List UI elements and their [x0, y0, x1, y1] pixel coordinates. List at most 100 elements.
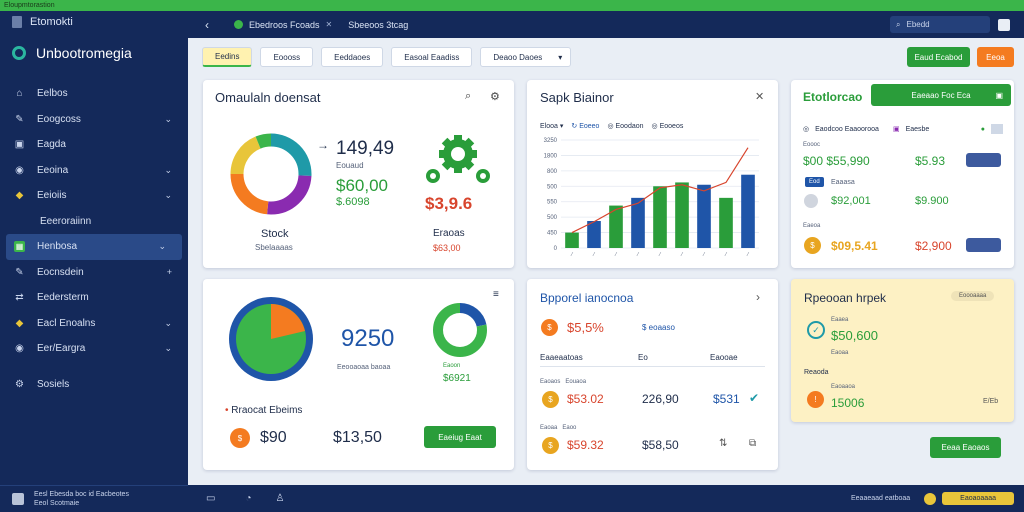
portfolio-green-button[interactable]: Eaeaao Foc Eca ▣ [871, 84, 1011, 106]
bullet-label: • Rraocat Ebeims [225, 405, 303, 416]
chevron-down-icon: ⌄ [164, 317, 172, 328]
filter-3[interactable]: ◎ Eoodaon [607, 122, 643, 130]
filter-2[interactable]: ↻ Eoeeo [571, 122, 599, 130]
sidebar-item-active[interactable]: ▦ Henbosa ⌄ [6, 234, 182, 260]
chart-filters: Elooa ▾ ↻ Eoeeo ◎ Eoodaon ◎ Eooeos [540, 122, 683, 130]
search-icon[interactable]: ⌕ [465, 90, 471, 103]
tab-1[interactable]: Ebedroos Fcoads ✕ [234, 20, 332, 30]
row3-button[interactable] [966, 238, 1001, 252]
row1-v2: 226,90 [642, 392, 679, 406]
row2-value: $92,001 [831, 195, 871, 207]
chevron-right-icon[interactable]: › [756, 290, 760, 304]
radio-icon[interactable]: ◎ [803, 125, 809, 133]
menu-icon[interactable]: ≡ [493, 289, 499, 300]
tag-icon: ▣ [892, 126, 900, 133]
tab-2[interactable]: Sbeeoos 3tcag [348, 20, 408, 30]
label-2: Eaoaa [831, 350, 849, 356]
gear-icon: ⚙ [15, 378, 24, 390]
filter-select[interactable]: Deaoo Daoes ▾ [480, 47, 572, 67]
bar[interactable] [631, 197, 645, 248]
sidebar-item-2[interactable]: ✎ Eoogcoss ⌄ [0, 107, 188, 133]
card-title: Bpporel ianocnoa [540, 291, 634, 305]
bar[interactable] [719, 197, 733, 248]
sidebar-item-4[interactable]: ◉ Eeoina ⌄ [0, 158, 188, 184]
chip-3[interactable]: Eeddaoes [321, 47, 384, 67]
row1-value: $00 $55,990 [803, 154, 870, 168]
card-report: Bpporel ianocnoa › $ $5,5% $ eoaaso Eaae… [527, 279, 778, 470]
sidebar-item-9[interactable]: ⇄ Eedersterm [0, 285, 188, 311]
bar[interactable] [697, 184, 711, 248]
sidebar-item-10[interactable]: ◆ Eacl Enoalns ⌄ [0, 311, 188, 337]
avatar[interactable] [12, 493, 24, 505]
chip-2[interactable]: Eoooss [260, 47, 314, 67]
sidebar-item-5[interactable]: ◆ Eeioiis ⌄ [0, 183, 188, 209]
brand[interactable]: Etomokti [0, 11, 188, 33]
bar[interactable] [741, 174, 755, 248]
settings-icon[interactable]: ⚙ [490, 90, 500, 103]
copy-icon[interactable]: ⧉ [749, 438, 756, 449]
highlight-action-button[interactable]: Eeaa Eaoaos [930, 437, 1001, 458]
sidebar-item-1[interactable]: ⌂ Eelbos [0, 81, 188, 107]
status-badge: Eoooaaaa [951, 291, 995, 301]
bar[interactable] [587, 221, 601, 248]
summary-button[interactable]: Eaeiug Eaat [424, 426, 496, 448]
statusbar: ▭ ◔ ♙ Eeaaeaad eatboaa Eaoaoaaaa [188, 485, 1024, 512]
x-tick-mark: ⁄ [680, 252, 684, 258]
close-icon[interactable]: ✕ [326, 20, 333, 29]
row2-v2: $58,50 [642, 438, 679, 452]
chart-title: Sapk Biainor [540, 90, 614, 105]
primary-action-button[interactable]: Eaud Ecabod [907, 47, 970, 67]
big-value: 149,49 [336, 138, 395, 159]
chat-icon[interactable]: ▭ [206, 493, 215, 504]
row1-v1: $53.02 [567, 392, 604, 406]
window-title: Eloupmtorastion [4, 2, 55, 9]
chip-1[interactable]: Eedins [202, 47, 253, 67]
y-tick-label: 500 [547, 184, 558, 190]
gear-title: Eraoas [433, 228, 465, 239]
sidebar-item-3[interactable]: ▣ Eagda [0, 132, 188, 158]
price-1: $90 [260, 429, 287, 446]
tag-icon: ◆ [15, 190, 24, 202]
sidebar-item-11[interactable]: ◉ Eer/Eargra ⌄ [0, 336, 188, 362]
account-icon[interactable]: ♙ [276, 493, 285, 504]
title-strip: Eloupmtorastion [0, 0, 1024, 11]
row1-button[interactable] [966, 153, 1001, 167]
sidebar-item-label: Eoogcoss [37, 113, 81, 125]
check-circle-icon[interactable]: ● [981, 126, 985, 133]
check-icon[interactable]: ✔ [749, 391, 759, 405]
user-icon[interactable]: ◔ [245, 493, 251, 504]
gear-icon [426, 135, 490, 183]
sidebar-item-6[interactable]: Eeeroraiinn [0, 209, 188, 235]
chip-4[interactable]: Easoal Eaadiss [391, 47, 473, 67]
value-red: $3,9.6 [425, 194, 473, 213]
report-value: $5,5% [567, 320, 604, 335]
row1-labels: Eaoaos Eouaoa [540, 379, 587, 385]
search-input[interactable]: ⌕ Ebedd [890, 16, 990, 33]
filter-1[interactable]: Elooa ▾ [540, 122, 563, 130]
y-tick-label: 550 [547, 200, 558, 206]
filter-4[interactable]: ◎ Eooeos [652, 122, 684, 130]
bar[interactable] [653, 186, 667, 248]
info-icon [924, 492, 937, 505]
app-title[interactable]: Unbootromegia [0, 33, 188, 73]
card-overview: Omaulaln doensat ⌕ ⚙ → 149,49 Eouaud $60… [203, 80, 514, 268]
card-portfolio: Etotlorcao Eaeaao Foc Eca ▣ ◎ Eaodcoo Ea… [791, 80, 1014, 268]
checkbox-icon[interactable] [991, 124, 1003, 134]
row1-v3: $531 [713, 392, 740, 406]
x-tick-mark: ⁄ [658, 252, 662, 258]
status-pill[interactable]: Eaoaoaaaa [942, 492, 1014, 505]
sidebar-item-12[interactable]: ⚙ Sosiels [0, 372, 188, 398]
close-icon[interactable]: ✕ [755, 90, 764, 103]
window-button-icon[interactable] [998, 18, 1010, 31]
bar[interactable] [675, 182, 689, 248]
back-arrow-icon[interactable]: ‹ [196, 18, 218, 32]
sort-icon[interactable]: ⇅ [719, 438, 727, 449]
donut-title: Stock [261, 228, 289, 240]
bar[interactable] [565, 232, 579, 248]
sidebar-item-8[interactable]: ✎ Eocnsdein + [0, 260, 188, 286]
value-2: 15006 [831, 396, 865, 410]
x-tick-mark: ⁄ [614, 252, 618, 258]
chevron-down-icon: ⌄ [164, 164, 172, 175]
coin-icon: $ [541, 319, 558, 336]
secondary-action-button[interactable]: Eeoa [977, 47, 1014, 67]
